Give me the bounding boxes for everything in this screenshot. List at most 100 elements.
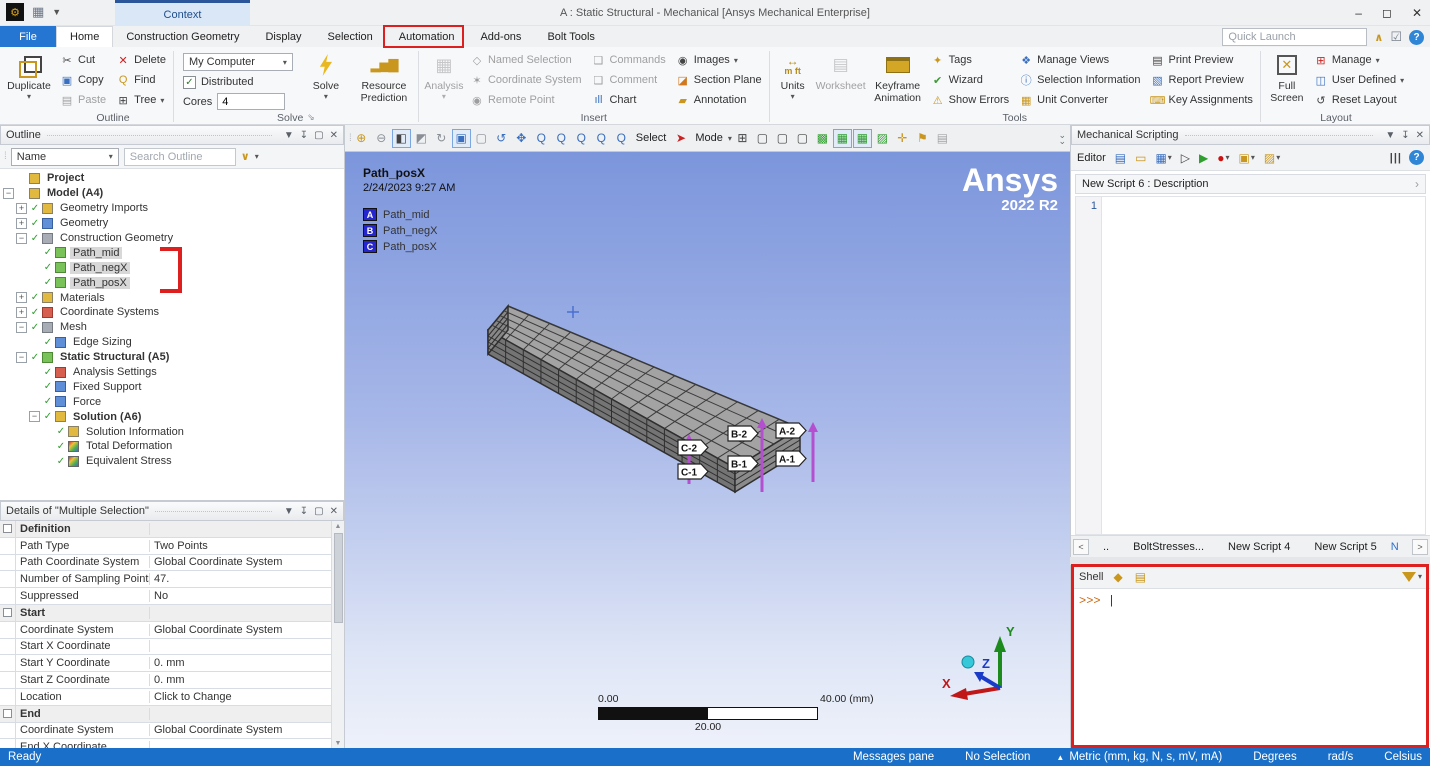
app-icon[interactable]: ⚙ [6,3,24,21]
property-value[interactable]: Global Coordinate System [150,724,332,736]
temperature-units-status[interactable]: Celsius [1379,751,1422,763]
ribbon-tab[interactable]: Selection [315,26,386,47]
manage-views-button[interactable]: ❖Manage Views▾ [1015,50,1144,70]
tree-item[interactable]: Project [3,171,344,186]
tags-button[interactable]: ✦Tags▾ [927,50,1014,70]
orientation-triad[interactable]: Y X Z [930,622,1060,732]
analysis-button[interactable]: ▦ Analysis▾ [422,49,466,111]
image-copy-icon[interactable]: ▢ [472,129,491,148]
zoom-box-tool-icon[interactable]: Q [552,129,571,148]
tree-item[interactable]: − ✓ Solution (A6) [3,409,344,424]
graphics-viewport[interactable]: C-2C-1B-2B-1A-2A-1 Path_posX 2/24/2023 9… [345,152,1070,748]
zoom-fit-tool-icon[interactable]: Q [572,129,591,148]
print-preview-button[interactable]: ▤Print Preview▾ [1147,50,1257,70]
angular-velocity-status[interactable]: rad/s [1323,751,1354,763]
tree-item[interactable]: ✓ Total Deformation [3,439,344,454]
ribbon-tab[interactable]: Home [56,26,113,47]
clear-shell-icon[interactable]: ◆ [1111,567,1124,587]
collapse-icon[interactable] [3,709,12,718]
tree-item[interactable]: − Model (A4) [3,186,344,201]
select-nodes-icon[interactable]: ▦ [833,129,852,148]
wizard-button[interactable]: ✔Wizard▾ [927,70,1014,90]
filter-type-select[interactable]: Name▾ [11,148,119,166]
shell-filter-icon[interactable]: ▾ [1402,572,1422,582]
pin-icon[interactable]: ↧ [300,506,308,517]
key-assignments-button[interactable]: ⌨Key Assignments▾ [1147,90,1257,110]
select-vertices-icon[interactable]: ▢ [753,129,772,148]
pin-icon[interactable]: ↧ [300,130,308,141]
float-icon[interactable]: ▢ [314,130,323,141]
tree-item[interactable]: + ✓ Geometry Imports [3,201,344,216]
collapse-icon[interactable] [3,608,12,617]
property-value[interactable]: 47. [150,573,332,585]
tree-item[interactable]: − ✓ Mesh [3,320,344,335]
tree-item[interactable]: ✓ Edge Sizing [3,335,344,350]
cores-input[interactable] [217,93,285,110]
convert-script-icon[interactable]: ▨▾ [1262,148,1282,168]
tree-item[interactable]: ✓ Analysis Settings [3,365,344,380]
property-value[interactable]: 0. mm [150,657,332,669]
user-defined-button[interactable]: ◫User Defined▾ [1310,70,1408,90]
annotation-button[interactable]: ▰Annotation▾ [672,90,766,110]
restore-button[interactable]: ◻ [1382,6,1392,20]
copy-button[interactable]: ▣Copy▾ [56,70,110,90]
expand-description-icon[interactable]: › [1415,177,1419,191]
tree-item[interactable]: + ✓ Coordinate Systems [3,305,344,320]
script-tab[interactable]: N [1389,541,1401,553]
script-tab[interactable]: BoltStresses... [1121,541,1216,553]
extend-selection-icon[interactable]: ▨ [873,129,892,148]
collapse-ribbon-icon[interactable]: ∧ [1374,31,1383,44]
zoom-all-tool-icon[interactable]: Q [612,129,631,148]
script-editor[interactable]: 1 [1075,196,1426,535]
new-script-icon[interactable]: ▤▾ [1113,148,1128,168]
manage-layout-button[interactable]: ⊞Manage▾ [1310,50,1408,70]
property-value[interactable]: Click to Change [150,691,332,703]
script-tab[interactable]: New Script 4 [1216,541,1302,553]
manage-labels-icon[interactable]: ⚑ [913,129,932,148]
tab-scroll-left-icon[interactable]: < [1073,539,1089,555]
qat-dropdown-icon[interactable]: ▼ [52,7,61,17]
select-cursor-icon[interactable]: ➤ [671,129,690,148]
tree-item[interactable]: ✓ Fixed Support [3,379,344,394]
code-body[interactable] [1102,197,1425,534]
worksheet-button[interactable]: ▤ Worksheet [813,49,869,111]
angle-units-status[interactable]: Degrees [1248,751,1296,763]
distributed-checkbox[interactable]: ✓ Distributed [183,74,293,90]
tree-button[interactable]: ⊞Tree▾ [112,90,170,110]
details-scrollbar[interactable]: ▲ ▼ [331,521,344,749]
coordinates-probe-icon[interactable]: ✛ [893,129,912,148]
quick-launch-input[interactable] [1222,28,1367,46]
tree-item[interactable]: ✓ Solution Information [3,424,344,439]
zoom-capped-tool-icon[interactable]: Q [592,129,611,148]
tree-item[interactable]: ✓ Path_posX [3,275,344,290]
messages-pane-button[interactable]: Messages pane [848,751,934,763]
tree-item[interactable]: − ✓ Static Structural (A5) [3,350,344,365]
selection-information-button[interactable]: ⓘSelection Information▾ [1015,70,1144,90]
chart-button[interactable]: ıllChart▾ [587,90,669,110]
property-value[interactable]: No [150,590,332,602]
tree-item[interactable]: ✓ Force [3,394,344,409]
property-value[interactable]: Global Coordinate System [150,556,332,568]
mode-dropdown[interactable]: Mode [691,132,727,144]
shell-console[interactable]: >>> | [1071,589,1430,748]
zoom-tool-icon[interactable]: Q [532,129,551,148]
select-faces-icon[interactable]: ▢ [793,129,812,148]
pin-icon[interactable]: ↧ [1401,130,1409,141]
panel-menu-icon[interactable]: ▼ [284,130,294,141]
ribbon-tab[interactable]: Add-ons [467,26,534,47]
ribbon-tab[interactable]: File [0,26,56,47]
tree-item[interactable]: ✓ Equivalent Stress [3,454,344,469]
select-elements-icon[interactable]: ▦ [853,129,872,148]
images-button[interactable]: ◉Images▾ [672,50,766,70]
save-script-icon[interactable]: ▦▾ [1153,148,1173,168]
ribbon-tab[interactable]: Construction Geometry [113,26,252,47]
show-errors-button[interactable]: ⚠Show Errors▾ [927,90,1014,110]
solve-button[interactable]: Solve▾ [299,49,353,111]
search-outline-input[interactable] [124,148,236,166]
pan-tool-icon[interactable]: ✥ [512,129,531,148]
dialog-launcher-icon[interactable]: ⇘ [307,112,315,123]
float-icon[interactable]: ▢ [314,506,323,517]
image-capture-icon[interactable]: ▣ [452,129,471,148]
toolbar-overflow-icon[interactable]: ⌄⌄ [1058,132,1066,144]
ribbon-tab[interactable]: Display [252,26,314,47]
